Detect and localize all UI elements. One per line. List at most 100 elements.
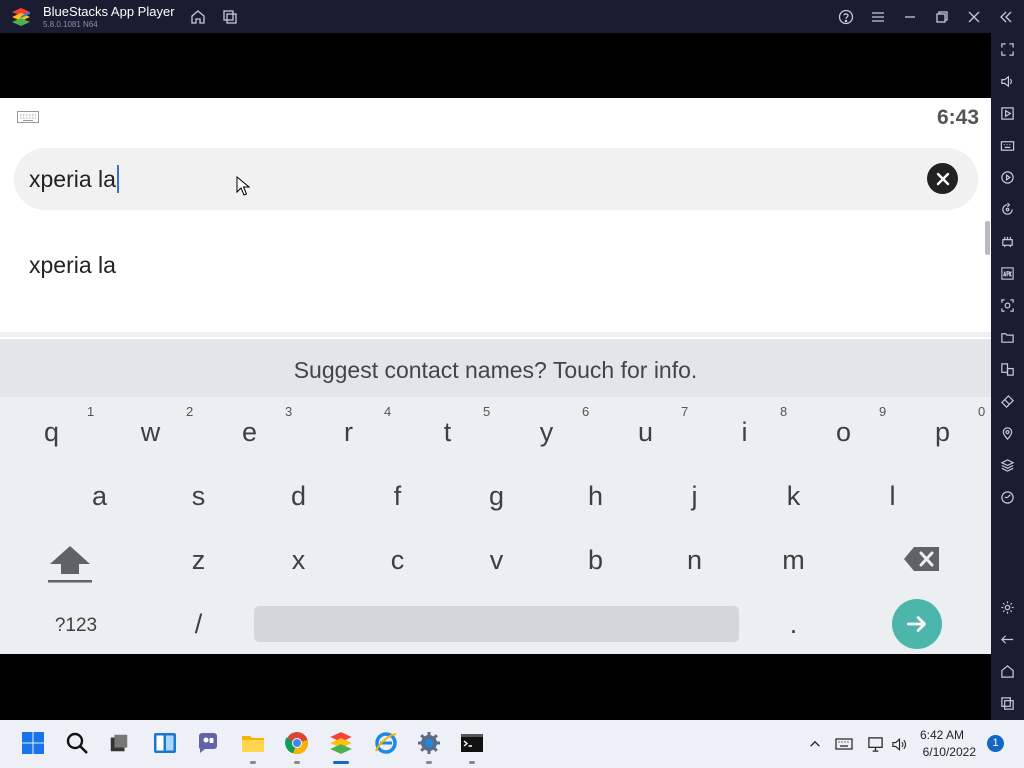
layers-icon[interactable] xyxy=(999,457,1016,474)
key-l[interactable]: l xyxy=(843,481,942,512)
window-title: BlueStacks App Player xyxy=(43,4,175,19)
internet-explorer-icon[interactable] xyxy=(373,730,399,756)
text-caret xyxy=(116,165,119,193)
key-i[interactable]: i xyxy=(695,417,794,448)
soft-keyboard: Suggest contact names? Touch for info. q… xyxy=(0,339,991,654)
eraser-icon[interactable] xyxy=(999,393,1016,410)
shift-key[interactable] xyxy=(45,542,95,586)
file-explorer-icon[interactable] xyxy=(240,730,266,756)
key-slash[interactable]: / xyxy=(149,609,248,640)
key-g[interactable]: g xyxy=(447,481,546,512)
key-hint-1: 1 xyxy=(87,404,95,419)
window-version: 5.8.0.1081 N64 xyxy=(43,20,98,29)
rotate-icon[interactable] xyxy=(999,201,1016,218)
search-suggestion[interactable]: xperia la xyxy=(29,252,116,279)
chrome-icon[interactable] xyxy=(284,730,310,756)
key-a[interactable]: a xyxy=(50,481,149,512)
shift-icon xyxy=(48,546,92,583)
performance-icon[interactable] xyxy=(999,233,1016,250)
search-icon[interactable] xyxy=(64,730,90,756)
key-z[interactable]: z xyxy=(149,545,248,576)
terminal-icon[interactable] xyxy=(459,730,485,756)
recent-apps-icon[interactable] xyxy=(999,695,1016,712)
running-indicator xyxy=(250,761,256,764)
key-v[interactable]: v xyxy=(447,545,546,576)
key-n[interactable]: n xyxy=(645,545,744,576)
keyboard-tray-icon[interactable] xyxy=(835,735,853,753)
android-screen: 6:43 xperia la xperia la Suggest contact… xyxy=(0,98,991,654)
folder-icon[interactable] xyxy=(999,329,1016,346)
android-home-icon[interactable] xyxy=(999,663,1016,680)
media-manager-icon[interactable] xyxy=(999,105,1016,122)
key-u[interactable]: u xyxy=(596,417,695,448)
key-period[interactable]: . xyxy=(744,609,843,640)
network-icon[interactable] xyxy=(866,735,884,753)
letterbox-bottom xyxy=(0,654,991,720)
collapse-sidebar-icon[interactable] xyxy=(997,8,1015,26)
eco-mode-icon[interactable] xyxy=(999,489,1016,506)
volume-tray-icon[interactable] xyxy=(890,735,908,753)
key-p[interactable]: p xyxy=(893,417,991,448)
key-r[interactable]: r xyxy=(299,417,398,448)
chevron-up-icon[interactable] xyxy=(806,735,824,753)
key-s[interactable]: s xyxy=(149,481,248,512)
home-icon[interactable] xyxy=(189,8,207,26)
key-hint-0: 0 xyxy=(978,404,986,419)
close-icon[interactable] xyxy=(965,8,983,26)
keyboard-controls-icon[interactable] xyxy=(999,137,1016,154)
chat-icon[interactable] xyxy=(195,730,221,756)
backspace-key[interactable] xyxy=(902,544,942,574)
bluestacks-taskbar-icon[interactable] xyxy=(328,730,354,756)
backspace-icon xyxy=(904,547,939,571)
key-d[interactable]: d xyxy=(249,481,348,512)
settings-gear-icon[interactable] xyxy=(416,730,442,756)
install-apk-icon[interactable] xyxy=(999,265,1016,282)
key-c[interactable]: c xyxy=(348,545,447,576)
search-box[interactable]: xperia la xyxy=(14,148,978,210)
keyboard-suggestion-strip[interactable]: Suggest contact names? Touch for info. xyxy=(0,339,991,397)
running-indicator xyxy=(294,761,300,764)
taskbar-time[interactable]: 6:42 AM xyxy=(914,728,964,742)
restore-icon[interactable] xyxy=(933,8,951,26)
scrollbar-thumb[interactable] xyxy=(985,221,990,255)
back-icon[interactable] xyxy=(999,631,1016,648)
key-b[interactable]: b xyxy=(546,545,645,576)
clear-search-button[interactable] xyxy=(927,163,958,194)
letterbox-top xyxy=(0,33,991,98)
key-hint-9: 9 xyxy=(879,404,887,419)
search-input[interactable]: xperia la xyxy=(29,165,119,193)
multi-instance-icon[interactable] xyxy=(221,8,239,26)
key-x[interactable]: x xyxy=(249,545,348,576)
key-hint-3: 3 xyxy=(285,404,293,419)
menu-icon[interactable] xyxy=(869,8,887,26)
key-t[interactable]: t xyxy=(398,417,497,448)
enter-button[interactable] xyxy=(892,599,942,649)
key-f[interactable]: f xyxy=(348,481,447,512)
multi-instance-sync-icon[interactable] xyxy=(999,361,1016,378)
fullscreen-icon[interactable] xyxy=(999,41,1016,58)
screenshot-icon[interactable] xyxy=(999,297,1016,314)
key-m[interactable]: m xyxy=(744,545,843,576)
key-q[interactable]: q xyxy=(2,417,101,448)
macro-recorder-icon[interactable] xyxy=(999,169,1016,186)
key-e[interactable]: e xyxy=(200,417,299,448)
notification-badge[interactable]: 1 xyxy=(987,735,1004,752)
key-y[interactable]: y xyxy=(497,417,596,448)
task-view-icon[interactable] xyxy=(106,730,132,756)
key-j[interactable]: j xyxy=(645,481,744,512)
settings-icon[interactable] xyxy=(999,599,1016,616)
key-h[interactable]: h xyxy=(546,481,645,512)
volume-icon[interactable] xyxy=(999,73,1016,90)
minimize-icon[interactable] xyxy=(901,8,919,26)
windows-taskbar: 6:42 AM 6/10/2022 xyxy=(0,720,1024,768)
taskbar-date[interactable]: 6/10/2022 xyxy=(914,745,976,759)
spacebar[interactable] xyxy=(254,606,739,642)
help-icon[interactable] xyxy=(837,8,855,26)
key-k[interactable]: k xyxy=(744,481,843,512)
location-icon[interactable] xyxy=(999,425,1016,442)
symbols-key[interactable]: ?123 xyxy=(40,615,112,637)
windows-start-icon[interactable] xyxy=(20,730,46,756)
widgets-icon[interactable] xyxy=(152,730,178,756)
key-o[interactable]: o xyxy=(794,417,893,448)
key-w[interactable]: w xyxy=(101,417,200,448)
